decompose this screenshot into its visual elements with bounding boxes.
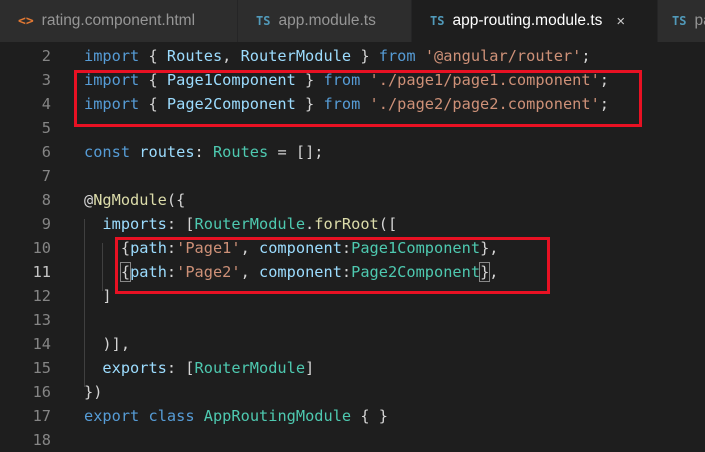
code-line[interactable]: 14 )], [0,332,705,356]
code-token: import [84,47,140,65]
code-line[interactable]: 18 [0,428,705,452]
code-token: { [139,47,167,65]
line-number: 7 [41,167,51,185]
code-line[interactable]: 8 @NgModule({ [0,188,705,212]
code-token: RouterModule [194,359,306,377]
line-number: 17 [32,407,51,425]
code-text: export class AppRoutingModule { } [84,404,388,428]
code-token: forRoot [314,215,379,233]
tab-label: rating.component.html [41,12,196,29]
code-token: ; [581,47,591,65]
code-text: }) [84,380,102,404]
code-text: )], [84,332,130,356]
code-token: : [ [166,359,195,377]
code-token: from [378,47,416,65]
code-token: = []; [268,143,324,161]
code-token: '@angular/router' [424,47,582,65]
indent-guide [84,219,85,387]
code-token: ] [305,359,315,377]
code-token: } [351,47,379,65]
code-text: exports: [RouterModule] [84,356,314,380]
import-lines-highlight-box [74,70,642,127]
typescript-file-icon: TS [672,14,687,28]
code-token: RouterModule [240,47,352,65]
line-number: 3 [41,71,51,89]
code-token: AppRoutingModule [203,407,352,425]
line-number: 4 [41,95,51,113]
code-token: . [305,215,315,233]
code-token: class [148,407,195,425]
typescript-file-icon: TS [256,14,271,28]
tab-rating-component-html[interactable]: <> rating.component.html [0,0,238,42]
code-token: ({ [166,191,186,209]
code-token: : [ [166,215,195,233]
tab-app-routing-module-ts[interactable]: TS app-routing.module.ts × [412,0,658,42]
code-line[interactable]: 7 [0,164,705,188]
line-number: 15 [32,359,51,377]
code-token: Routes [212,143,269,161]
line-number: 2 [41,47,51,65]
tab-app-module-ts[interactable]: TS app.module.ts [238,0,412,42]
typescript-file-icon: TS [430,14,445,28]
html-file-icon: <> [18,13,34,29]
code-token: }) [84,383,103,401]
code-token: imports [102,215,167,233]
code-text: ] [84,284,112,308]
code-line[interactable]: 17 export class AppRoutingModule { } [0,404,705,428]
indent-guide [102,243,103,291]
line-number: 13 [32,311,51,329]
code-line[interactable]: 9 imports: [RouterModule.forRoot([ [0,212,705,236]
code-token: routes [139,143,195,161]
code-text: const routes: Routes = []; [84,140,324,164]
code-token: @ [84,191,94,209]
code-token: , [222,47,241,65]
code-line[interactable]: 6 const routes: Routes = []; [0,140,705,164]
tab-label: app-routing.module.ts [452,12,603,29]
code-line[interactable]: 16}) [0,380,705,404]
code-token: : [194,143,213,161]
close-icon[interactable]: × [616,13,625,30]
code-text: imports: [RouterModule.forRoot([ [84,212,397,236]
code-line[interactable]: 2 import { Routes, RouterModule } from '@… [0,44,705,68]
code-text: @NgModule({ [84,188,185,212]
code-token: ([ [378,215,398,233]
code-token: const [84,143,131,161]
line-number: 14 [32,335,51,353]
line-number: 10 [32,239,51,257]
code-text: import { Routes, RouterModule } from '@a… [84,44,591,68]
line-number: 18 [32,431,51,449]
line-number: 8 [41,191,51,209]
code-token: )], [84,335,131,353]
code-token: Routes [166,47,223,65]
code-token: export [84,407,140,425]
code-line[interactable]: 15 exports: [RouterModule] [0,356,705,380]
line-number: 12 [32,287,51,305]
routes-lines-highlight-box [115,237,550,294]
line-number: 5 [41,119,51,137]
code-token: NgModule [93,191,167,209]
tab-label: app.module.ts [278,12,376,29]
code-token: exports [102,359,167,377]
code-editor[interactable]: 2 import { Routes, RouterModule } from '@… [0,42,705,449]
tab-bar: <> rating.component.html TS app.module.t… [0,0,705,42]
line-number: 6 [41,143,51,161]
tab-overflow[interactable]: TS pa [658,0,705,42]
code-line[interactable]: 13 [0,308,705,332]
line-number: 9 [41,215,51,233]
line-number: 11 [32,263,51,281]
code-token: RouterModule [194,215,306,233]
code-token: ] [84,287,112,305]
line-number: 16 [32,383,51,401]
code-token: { } [351,407,388,425]
tab-label: pa [694,12,705,29]
